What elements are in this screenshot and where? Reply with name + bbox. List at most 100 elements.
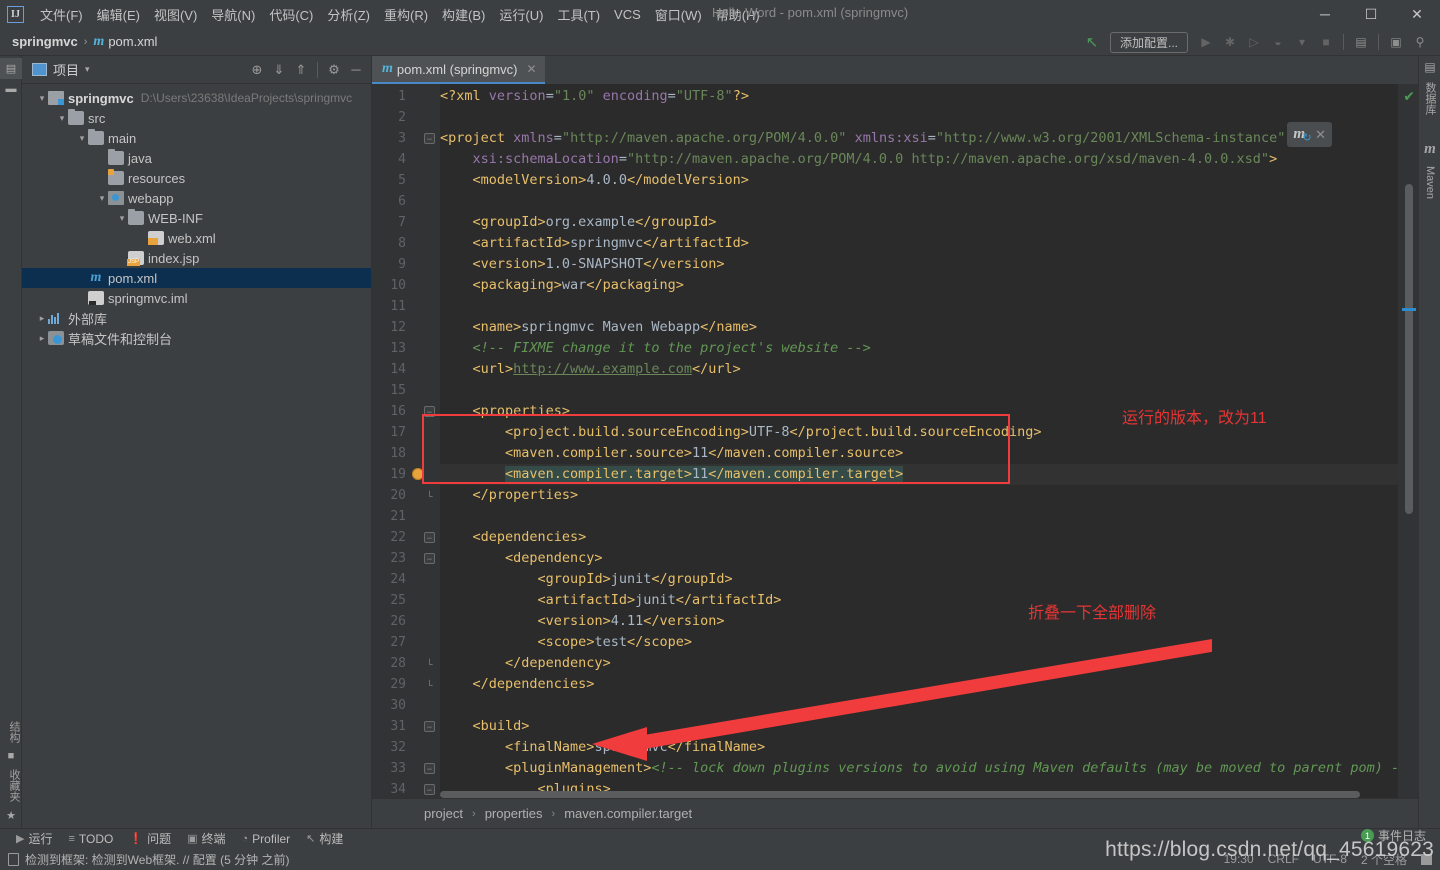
code-line-7[interactable]: <groupId>org.example</groupId> (440, 212, 717, 233)
line-number[interactable]: 7 (398, 212, 406, 233)
chevron-down-icon[interactable] (36, 93, 48, 104)
code-fold-toggle[interactable]: − (424, 763, 435, 774)
line-number[interactable]: 2 (398, 107, 406, 128)
code-line-31[interactable]: <build> (440, 716, 530, 737)
line-number[interactable]: 8 (398, 233, 406, 254)
code-fold-toggle[interactable]: └ (424, 658, 435, 669)
line-number[interactable]: 17 (390, 422, 406, 443)
tree-item----[interactable]: 外部库 (22, 308, 371, 328)
line-number[interactable]: 18 (390, 443, 406, 464)
run-button[interactable]: ▶ (1194, 31, 1218, 53)
chevron-right-icon[interactable] (36, 333, 48, 344)
tree-item-webapp[interactable]: webapp (22, 188, 371, 208)
run-tool-window[interactable]: ▶ 运行 (16, 830, 52, 847)
tree-item-web-xml[interactable]: web.xml (22, 228, 371, 248)
line-number[interactable]: 24 (390, 569, 406, 590)
horizontal-scrollbar[interactable] (440, 791, 1394, 798)
code-line-10[interactable]: <packaging>war</packaging> (440, 275, 684, 296)
close-icon[interactable]: ✕ (527, 62, 537, 76)
line-number[interactable]: 16 (390, 401, 406, 422)
code-line-20[interactable]: </properties> (440, 485, 579, 506)
code-line-8[interactable]: <artifactId>springmvc</artifactId> (440, 233, 749, 254)
editor-breadcrumbs[interactable]: project › properties › maven.compiler.target (372, 798, 1418, 828)
expand-all-button[interactable]: ⇓ (268, 59, 290, 81)
maven-tool-tab[interactable]: Maven (1419, 162, 1440, 203)
chevron-down-icon[interactable] (116, 213, 128, 224)
database-icon[interactable]: ▤ (1419, 56, 1440, 78)
code-fold-toggle[interactable]: − (424, 553, 435, 564)
line-number[interactable]: 31 (390, 716, 406, 737)
close-icon[interactable]: ✕ (1315, 127, 1326, 143)
code-line-14[interactable]: <url>http://www.example.com</url> (440, 359, 741, 380)
folder-icon[interactable]: ▬ (0, 79, 22, 99)
code-line-32[interactable]: <finalName>springmvc</finalName> (440, 737, 765, 758)
profile-button[interactable]: ◒ (1266, 31, 1290, 53)
code-fold-toggle[interactable]: − (424, 721, 435, 732)
run-with-coverage-button[interactable]: ▷ (1242, 31, 1266, 53)
line-number[interactable]: 21 (390, 506, 406, 527)
breadcrumb-item-0[interactable]: project (424, 806, 463, 821)
search-everywhere-button[interactable]: ⚲ (1408, 31, 1432, 53)
chevron-down-icon[interactable] (76, 133, 88, 144)
tree-item-src[interactable]: src (22, 108, 371, 128)
line-number[interactable]: 25 (390, 590, 406, 611)
intention-bulb-icon[interactable] (412, 468, 424, 480)
line-number[interactable]: 9 (398, 254, 406, 275)
terminal-tool-window[interactable]: ▣ 终端 (187, 830, 225, 847)
tree-item---------[interactable]: 草稿文件和控制台 (22, 328, 371, 348)
indent-setting[interactable]: 2 个空格 (1361, 851, 1407, 868)
line-number[interactable]: 14 (390, 359, 406, 380)
line-number[interactable]: 27 (390, 632, 406, 653)
code-line-22[interactable]: <dependencies> (440, 527, 587, 548)
line-number[interactable]: 28 (390, 653, 406, 674)
tree-item-java[interactable]: java (22, 148, 371, 168)
minimize-button[interactable]: ─ (1302, 0, 1348, 28)
line-number[interactable]: 3 (398, 128, 406, 149)
maven-reload-icon[interactable]: m (1293, 126, 1311, 144)
debug-button[interactable]: ✱ (1218, 31, 1242, 53)
build-tool-window[interactable]: ↖ 构建 (306, 830, 343, 847)
breadcrumb-project[interactable]: springmvc (12, 34, 78, 49)
line-number[interactable]: 4 (398, 149, 406, 170)
code-line-26[interactable]: <version>4.11</version> (440, 611, 725, 632)
code-fold-toggle[interactable]: − (424, 532, 435, 543)
collapse-all-button[interactable]: ⇑ (290, 59, 312, 81)
code-line-33[interactable]: <pluginManagement><!-- lock down plugins… (440, 758, 1415, 779)
code-line-12[interactable]: <name>springmvc Maven Webapp</name> (440, 317, 758, 338)
menu-item-8[interactable]: 运行(U) (492, 1, 550, 28)
menu-item-4[interactable]: 代码(C) (262, 1, 320, 28)
code-line-25[interactable]: <artifactId>junit</artifactId> (440, 590, 782, 611)
settings-gear-icon[interactable]: ⚙ (323, 59, 345, 81)
breadcrumb-file[interactable]: pom.xml (108, 34, 157, 49)
code-line-16[interactable]: <properties> (440, 401, 571, 422)
code-fold-toggle[interactable]: └ (424, 490, 435, 501)
tree-item-main[interactable]: main (22, 128, 371, 148)
line-number[interactable]: 22 (390, 527, 406, 548)
code-line-13[interactable]: <!-- FIXME change it to the project's we… (440, 338, 871, 359)
window-controls[interactable]: ─ ☐ ✕ (1302, 0, 1440, 28)
menu-item-10[interactable]: VCS (607, 3, 648, 26)
line-number[interactable]: 6 (398, 191, 406, 212)
breadcrumb-item-2[interactable]: maven.compiler.target (564, 806, 692, 821)
tree-item-resources[interactable]: resources (22, 168, 371, 188)
menu-item-0[interactable]: 文件(F) (33, 1, 90, 28)
code-line-24[interactable]: <groupId>junit</groupId> (440, 569, 733, 590)
breadcrumb-item-1[interactable]: properties (485, 806, 543, 821)
chevron-down-icon[interactable]: ▾ (85, 64, 90, 75)
todo-tool-window[interactable]: ≡ TODO (68, 832, 113, 846)
line-number[interactable]: 33 (390, 758, 406, 779)
select-opened-file-button[interactable]: ⊕ (246, 59, 268, 81)
breadcrumb[interactable]: springmvc › m pom.xml (12, 34, 157, 50)
code-line-23[interactable]: <dependency> (440, 548, 603, 569)
build-hammer-icon[interactable]: ↖ (1080, 31, 1104, 53)
line-number[interactable]: 32 (390, 737, 406, 758)
code-fold-toggle[interactable]: − (424, 784, 435, 795)
line-number[interactable]: 10 (390, 275, 406, 296)
line-number[interactable]: 20 (390, 485, 406, 506)
code-line-3[interactable]: <project xmlns="http://maven.apache.org/… (440, 128, 1285, 149)
menu-item-1[interactable]: 编辑(E) (90, 1, 147, 28)
maven-icon[interactable]: m (1419, 137, 1440, 162)
caret-position[interactable]: 19:30 (1224, 852, 1254, 866)
code-line-28[interactable]: </dependency> (440, 653, 611, 674)
project-tool-tab[interactable]: ▤ (0, 58, 22, 79)
